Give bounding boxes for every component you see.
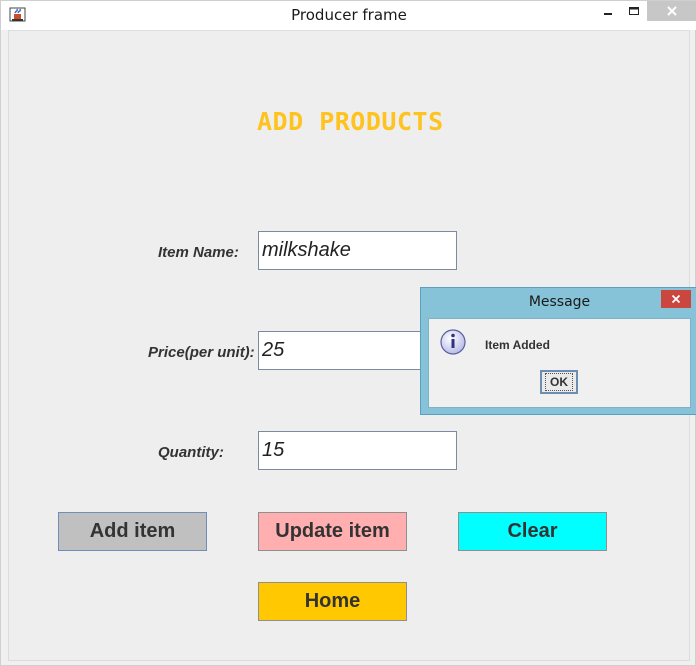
- dialog-close-button[interactable]: [661, 290, 691, 308]
- dialog-title: Message: [528, 294, 591, 310]
- maximize-icon: [629, 7, 639, 15]
- info-icon: [440, 329, 466, 355]
- producer-window: Producer frame ADD PRODUCTS Item Name: P…: [0, 0, 696, 666]
- close-icon: [671, 294, 681, 304]
- maximize-button[interactable]: [623, 1, 645, 21]
- update-item-button[interactable]: Update item: [258, 512, 407, 551]
- add-item-button[interactable]: Add item: [58, 512, 207, 551]
- message-dialog: Message Item Added OK: [420, 287, 696, 415]
- dialog-body: Item Added OK: [428, 318, 691, 408]
- ok-button-label: OK: [545, 373, 573, 391]
- item-name-label: Item Name:: [158, 244, 239, 261]
- close-icon: [667, 6, 677, 16]
- quantity-label: Quantity:: [158, 444, 224, 461]
- price-label: Price(per unit):: [148, 344, 255, 361]
- window-title: Producer frame: [291, 6, 407, 24]
- quantity-input[interactable]: [258, 431, 457, 470]
- minimize-button[interactable]: [597, 1, 619, 21]
- clear-button[interactable]: Clear: [458, 512, 607, 551]
- dialog-message: Item Added: [485, 338, 550, 352]
- ok-button[interactable]: OK: [540, 370, 578, 394]
- page-heading: ADD PRODUCTS: [257, 107, 444, 136]
- home-button[interactable]: Home: [258, 582, 407, 621]
- close-button[interactable]: [647, 1, 696, 21]
- title-bar[interactable]: Producer frame: [1, 1, 696, 30]
- minimize-icon: [604, 13, 612, 15]
- item-name-input[interactable]: [258, 231, 457, 270]
